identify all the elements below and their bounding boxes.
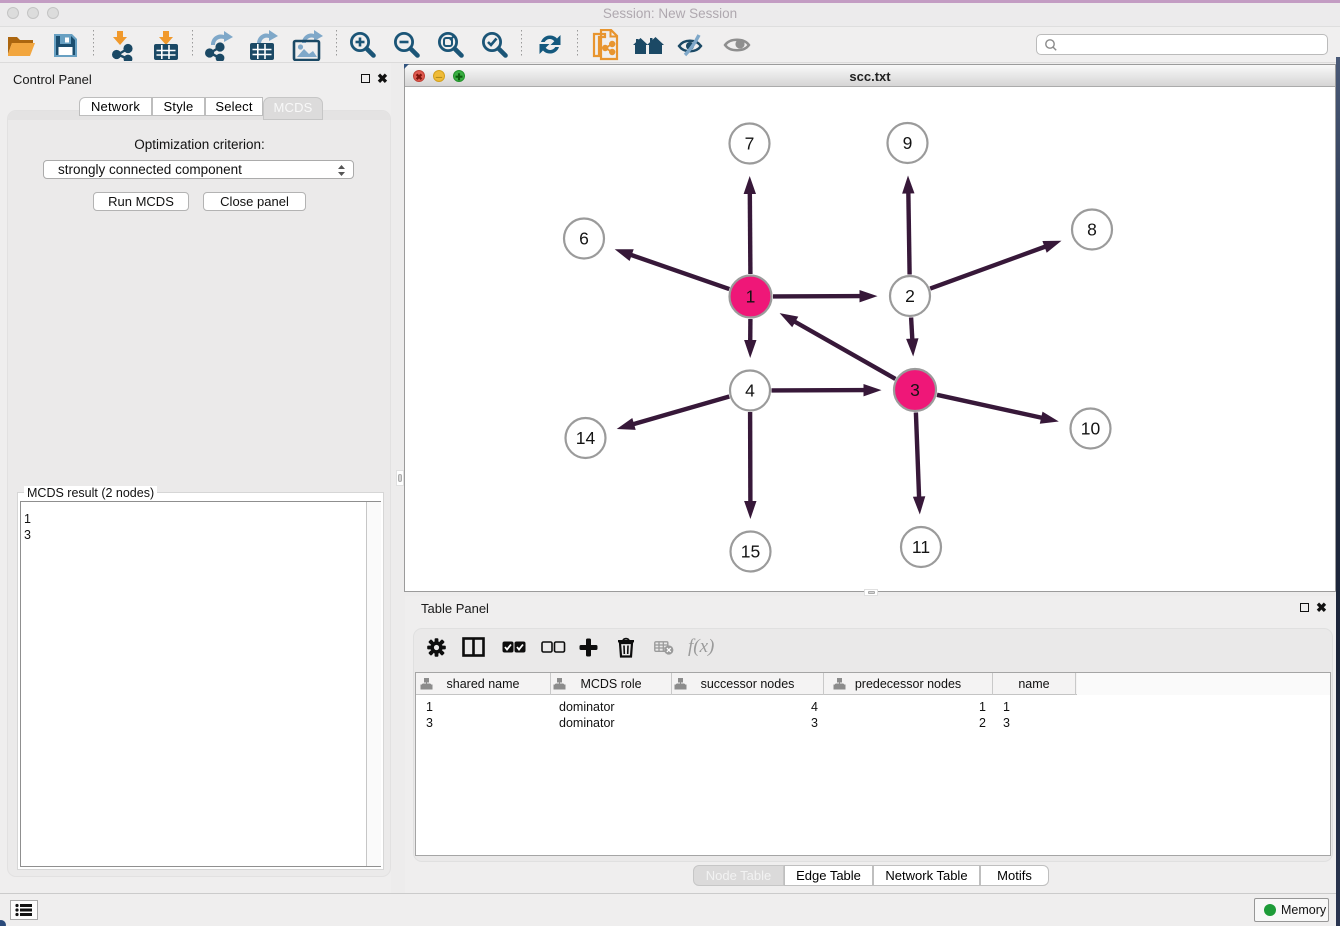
svg-text:1: 1	[746, 287, 756, 307]
svg-text:6: 6	[579, 229, 589, 249]
svg-text:7: 7	[745, 134, 755, 154]
svg-text:3: 3	[910, 380, 920, 400]
svg-text:10: 10	[1081, 419, 1101, 439]
svg-text:2: 2	[905, 286, 915, 306]
svg-text:8: 8	[1087, 220, 1097, 240]
svg-text:4: 4	[745, 381, 755, 401]
svg-text:11: 11	[912, 537, 930, 557]
svg-text:14: 14	[576, 428, 596, 448]
svg-text:9: 9	[903, 133, 913, 153]
svg-text:15: 15	[741, 542, 760, 562]
